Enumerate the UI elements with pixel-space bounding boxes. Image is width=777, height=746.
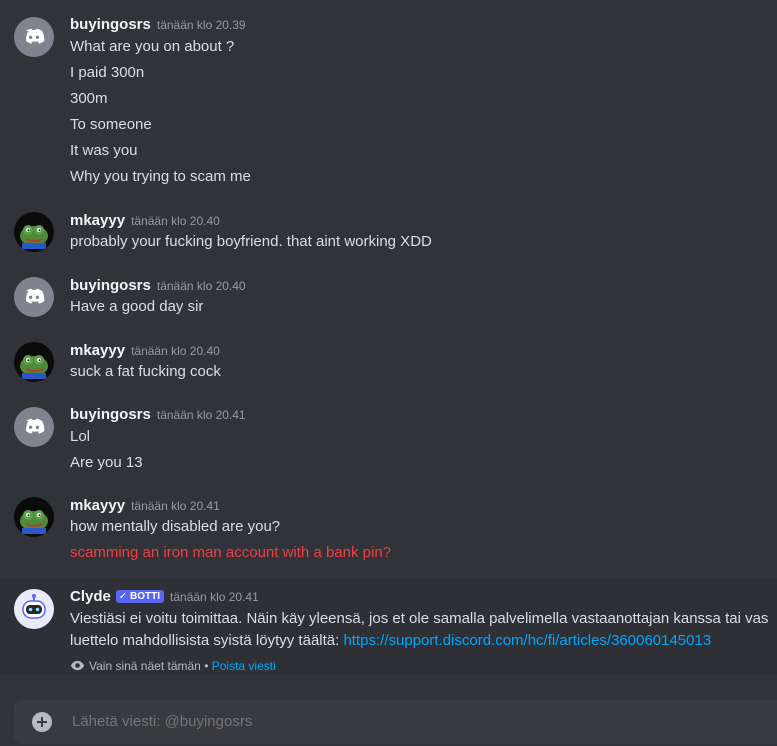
message-header: mkayyy tänään klo 20.40 — [70, 212, 220, 230]
failed-message-text: scamming an iron man account with a bank… — [70, 544, 392, 561]
username[interactable]: Clyde — [70, 588, 111, 605]
clyde-message-text: Viestiäsi ei voitu toimittaa. Näin käy y… — [70, 610, 769, 627]
message-input[interactable] — [70, 712, 754, 731]
message-text: To someone — [70, 116, 152, 133]
message-header: mkayyy tänään klo 20.40 — [70, 342, 220, 360]
username[interactable]: buyingosrs — [70, 277, 151, 294]
username[interactable]: mkayyy — [70, 497, 125, 514]
timestamp: tänään klo 20.39 — [156, 18, 246, 32]
timestamp: tänään klo 20.40 — [156, 279, 246, 293]
bot-badge-label: BOTTI — [130, 591, 161, 602]
separator: • — [200, 659, 212, 673]
message-text: probably your fucking boyfriend. that ai… — [70, 233, 432, 250]
message-text: Have a good day sir — [70, 298, 204, 315]
message-text: Lol — [70, 428, 91, 445]
message-header: buyingosrs tänään klo 20.39 — [70, 16, 246, 34]
message-text: What are you on about ? — [70, 38, 235, 55]
discord-avatar-icon[interactable] — [14, 17, 54, 57]
username[interactable]: mkayyy — [70, 342, 125, 359]
timestamp: tänään klo 20.41 — [170, 590, 259, 604]
message-text: suck a fat fucking cock — [70, 363, 221, 380]
message-text: It was you — [70, 142, 138, 159]
message-header: mkayyy tänään klo 20.41 — [70, 497, 220, 515]
dismiss-message-link[interactable]: Poista viesti — [212, 659, 276, 673]
upload-plus-icon[interactable] — [32, 712, 52, 732]
pepe-avatar-icon[interactable] — [14, 497, 54, 537]
pepe-avatar-icon[interactable] — [14, 212, 54, 252]
message-text: Why you trying to scam me — [70, 168, 251, 185]
username[interactable]: buyingosrs — [70, 16, 151, 33]
message-header: buyingosrs tänään klo 20.40 — [70, 277, 246, 295]
message-composer — [14, 700, 777, 744]
discord-avatar-icon[interactable] — [14, 407, 54, 447]
eye-icon — [70, 658, 85, 676]
pepe-avatar-icon[interactable] — [14, 342, 54, 382]
message-header: buyingosrs tänään klo 20.41 — [70, 406, 246, 424]
timestamp: tänään klo 20.40 — [131, 214, 220, 228]
only-you-text: Vain sinä näet tämän — [89, 659, 201, 673]
message-text: I paid 300n — [70, 64, 145, 81]
bot-badge: ✓ BOTTI — [115, 590, 165, 603]
clyde-bot-icon[interactable] — [14, 589, 54, 629]
timestamp: tänään klo 20.41 — [156, 408, 246, 422]
timestamp: tänään klo 20.40 — [131, 344, 220, 358]
message-text: Are you 13 — [70, 454, 143, 471]
clyde-message-text: luettelo mahdollisista syistä löytyy tää… — [70, 632, 344, 649]
support-link[interactable]: https://support.discord.com/hc/fi/articl… — [343, 632, 711, 649]
username[interactable]: buyingosrs — [70, 406, 151, 423]
timestamp: tänään klo 20.41 — [131, 499, 220, 513]
clyde-message-text-line2: luettelo mahdollisista syistä löytyy tää… — [70, 632, 711, 649]
username[interactable]: mkayyy — [70, 212, 125, 229]
message-text: how mentally disabled are you? — [70, 518, 281, 535]
ephemeral-notice: Vain sinä näet tämän • Poista viesti — [70, 658, 276, 676]
message-header: Clyde ✓ BOTTI tänään klo 20.41 — [70, 588, 259, 606]
message-text: 300m — [70, 90, 108, 107]
discord-avatar-icon[interactable] — [14, 277, 54, 317]
